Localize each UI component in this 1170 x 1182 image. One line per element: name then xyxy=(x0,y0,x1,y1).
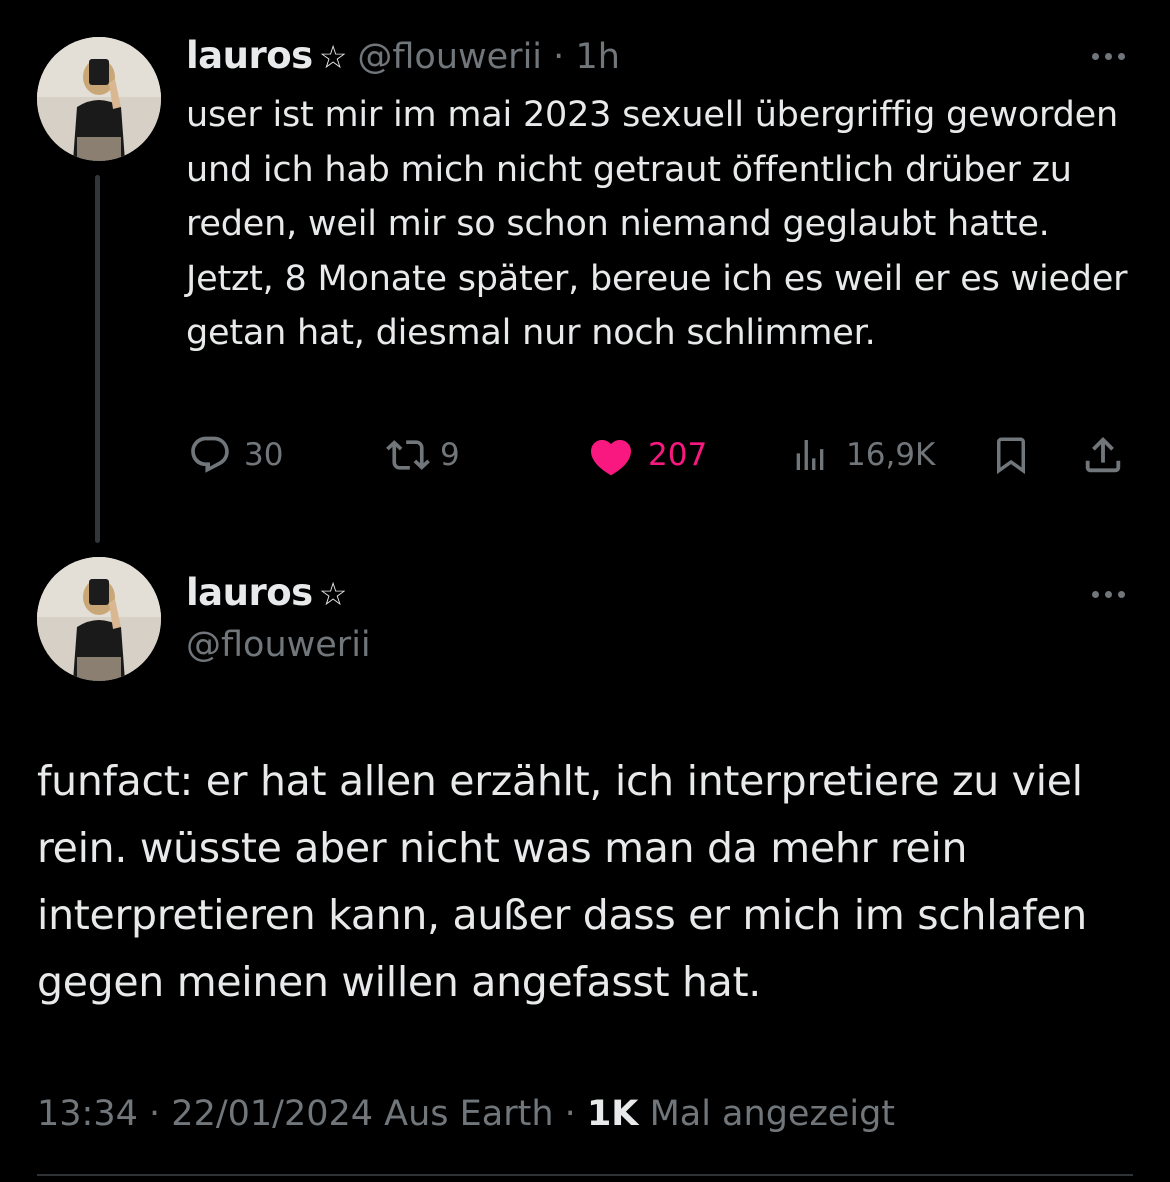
tweet1-text: user ist mir im mai 2023 sexuell übergri… xyxy=(186,95,1128,353)
more-icon[interactable] xyxy=(1086,584,1130,604)
avatar-image xyxy=(37,37,161,161)
views-button[interactable]: 16,9K xyxy=(790,425,935,485)
timestamp[interactable]: 1h xyxy=(575,37,619,77)
tweet1-actions: 30 9 207 16,9K xyxy=(186,425,1131,485)
reply-button[interactable]: 30 xyxy=(188,425,283,485)
source: Aus Earth xyxy=(384,1094,554,1134)
divider xyxy=(37,1174,1133,1176)
star-icon: ☆ xyxy=(318,575,348,613)
separator: · xyxy=(564,1094,576,1134)
handle[interactable]: @flouwerii xyxy=(186,622,371,668)
bookmark-icon xyxy=(997,437,1025,475)
tweet2-header: lauros ☆ xyxy=(186,570,347,617)
reply-count: 30 xyxy=(244,437,284,473)
view-count[interactable]: 1K xyxy=(587,1094,638,1134)
avatar[interactable] xyxy=(37,557,161,681)
repost-count: 9 xyxy=(440,437,460,473)
date[interactable]: 22/01/2024 xyxy=(171,1094,373,1134)
repost-icon xyxy=(386,440,430,470)
views-count: 16,9K xyxy=(846,437,936,473)
thread-connector xyxy=(95,175,100,543)
like-count: 207 xyxy=(648,437,708,473)
separator: · xyxy=(553,37,565,77)
tweet2-text: funfact: er hat allen erzählt, ich inter… xyxy=(37,757,1087,1006)
tweet2-meta: 13:34 · 22/01/2024 Aus Earth · 1K Mal an… xyxy=(37,1090,895,1138)
heart-icon xyxy=(590,440,632,476)
view-label: Mal angezeigt xyxy=(649,1094,896,1134)
handle[interactable]: @flouwerii xyxy=(357,37,542,77)
more-icon[interactable] xyxy=(1086,46,1130,66)
avatar-image xyxy=(37,557,161,681)
separator: · xyxy=(149,1094,161,1134)
tweet1-header: lauros ☆ @flouwerii · 1h xyxy=(186,34,620,79)
bookmark-button[interactable] xyxy=(990,425,1032,485)
star-icon: ☆ xyxy=(318,38,348,76)
repost-button[interactable]: 9 xyxy=(384,425,460,485)
reply-icon xyxy=(191,436,229,473)
like-button[interactable]: 207 xyxy=(586,425,707,485)
views-icon xyxy=(796,440,824,470)
avatar[interactable] xyxy=(37,37,161,161)
display-name[interactable]: lauros xyxy=(186,571,313,614)
share-icon xyxy=(1085,436,1121,473)
display-name[interactable]: lauros xyxy=(186,34,313,77)
share-button[interactable] xyxy=(1080,425,1126,485)
timestamp[interactable]: 13:34 xyxy=(37,1094,138,1134)
